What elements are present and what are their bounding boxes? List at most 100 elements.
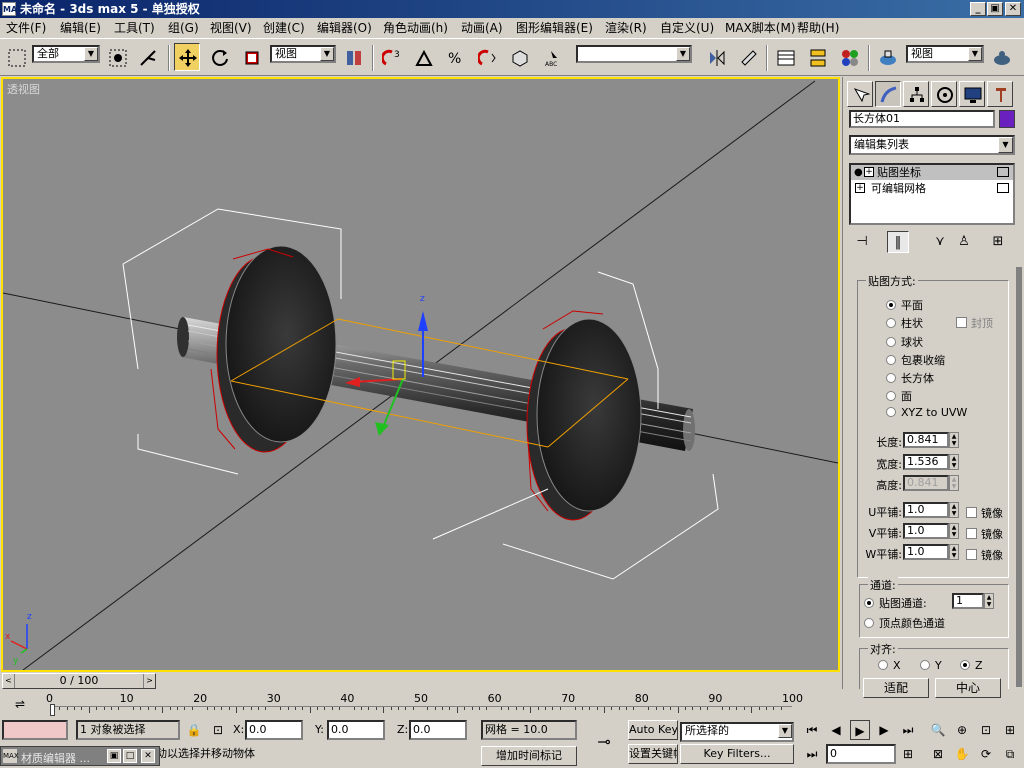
display-tab-icon[interactable] — [959, 81, 985, 107]
select-object-icon[interactable] — [3, 43, 29, 71]
lightbulb-icon[interactable]: ● — [854, 165, 863, 180]
object-name-field[interactable]: 长方体01 — [849, 110, 995, 128]
maxscript-listener-field[interactable] — [2, 720, 68, 740]
stack-item-uvw-map[interactable]: ● + 贴图坐标 — [851, 165, 1013, 180]
menu-edit[interactable]: 编辑(E) — [60, 20, 101, 36]
menu-maxscript[interactable]: MAX脚本(M) — [725, 20, 796, 36]
spinner-arrows-icon[interactable]: ▲ ▼ — [949, 502, 959, 518]
render-type-dropdown[interactable]: 视图 ▼ — [906, 45, 984, 63]
mapping-radio-xyz-to-uvw[interactable]: XYZ to UVW — [886, 406, 967, 419]
w-tile-spinner[interactable]: 1.0 ▲ ▼ — [903, 544, 959, 560]
vertex-color-channel-radio[interactable]: 顶点颜色通道 — [864, 615, 945, 631]
object-color-swatch[interactable] — [999, 110, 1015, 128]
spinner-arrows-icon[interactable]: ▲ ▼ — [984, 593, 994, 609]
mapping-radio-cylindrical[interactable]: 柱状 — [886, 315, 923, 331]
menu-graph-editors[interactable]: 图形编辑器(E) — [516, 20, 593, 36]
region-zoom-icon[interactable]: ⊠ — [928, 744, 948, 764]
stack-item-editable-mesh[interactable]: + 可编辑网格 — [851, 181, 1013, 196]
render-scene-icon[interactable] — [874, 43, 900, 71]
menu-animation[interactable]: 动画(A) — [461, 20, 503, 36]
height-spinner[interactable]: 0.841 ▲ ▼ — [903, 475, 959, 491]
map-channel-radio[interactable]: 贴图通道: — [864, 595, 927, 611]
select-and-link-icon[interactable] — [134, 43, 160, 71]
mapping-radio-planar[interactable]: 平面 — [886, 297, 923, 313]
map-channel-spinner[interactable]: 1 ▲ ▼ — [952, 593, 994, 609]
mini-curve-editor-icon[interactable]: ⇌ — [10, 694, 30, 714]
pivot-center-icon[interactable] — [340, 43, 366, 71]
add-time-tag-button[interactable]: 增加时间标记 — [481, 746, 577, 766]
selection-filter-dropdown[interactable]: 全部 ▼ — [32, 45, 100, 63]
snap-toggle-icon[interactable]: 3 — [378, 43, 404, 71]
expand-icon[interactable]: + — [855, 183, 865, 193]
menu-group[interactable]: 组(G) — [168, 20, 199, 36]
named-selection-dropdown[interactable]: ▼ — [576, 45, 692, 63]
align-z-radio[interactable]: Z — [960, 659, 983, 672]
spinner-arrows-icon[interactable]: ▲ ▼ — [949, 544, 959, 560]
mapping-radio-shrink-wrap[interactable]: 包裹收缩 — [886, 352, 945, 368]
lock-selection-icon[interactable]: 🔒 — [184, 720, 204, 740]
key-selection-set-dropdown[interactable]: 所选择的 ▼ — [680, 722, 794, 742]
percent-snap-icon[interactable]: % — [442, 43, 468, 71]
pan-icon[interactable]: ✋ — [952, 744, 972, 764]
spinner-arrows-icon[interactable]: ▲ ▼ — [949, 523, 959, 539]
spinner-arrows-icon[interactable]: ▲ ▼ — [949, 454, 959, 470]
mirror-icon[interactable] — [703, 43, 729, 71]
zoom-all-icon[interactable]: ⊕ — [952, 720, 972, 740]
v-flip-checkbox[interactable]: 镜像 — [966, 526, 1003, 542]
menu-character[interactable]: 角色动画(h) — [383, 20, 448, 36]
width-spinner[interactable]: 1.536 ▲ ▼ — [903, 454, 959, 470]
length-spinner[interactable]: 0.841 ▲ ▼ — [903, 432, 959, 448]
menu-file[interactable]: 文件(F) — [6, 20, 46, 36]
pin-stack-icon[interactable]: ⊣ — [851, 231, 873, 253]
w-flip-checkbox[interactable]: 镜像 — [966, 547, 1003, 563]
cap-checkbox[interactable]: 封顶 — [956, 315, 993, 331]
spinner-arrows-icon[interactable]: ▲ ▼ — [949, 432, 959, 448]
quick-render-icon[interactable] — [988, 43, 1014, 71]
align-x-radio[interactable]: X — [878, 659, 901, 672]
track-view-icon[interactable] — [772, 43, 798, 71]
expand-icon[interactable]: + — [864, 167, 874, 177]
motion-tab-icon[interactable] — [931, 81, 957, 107]
hierarchy-tab-icon[interactable] — [903, 81, 929, 107]
menu-tools[interactable]: 工具(T) — [114, 20, 155, 36]
restore-icon[interactable]: ▣ — [107, 749, 121, 763]
maximize-button[interactable]: ▣ — [987, 2, 1003, 16]
show-end-result-icon[interactable]: ‖ — [887, 231, 909, 253]
utilities-tab-icon[interactable] — [987, 81, 1013, 107]
angle-snap-icon[interactable] — [410, 43, 436, 71]
minimize-button[interactable]: _ — [970, 2, 986, 16]
zoom-extents-icon[interactable]: ⊡ — [976, 720, 996, 740]
key-icon[interactable]: ⊸ — [590, 732, 618, 752]
set-key-button[interactable]: 设置关键帧 — [628, 744, 678, 764]
modifier-list-dropdown[interactable]: 编辑集列表 ▼ — [849, 135, 1015, 155]
menu-rendering[interactable]: 渲染(R) — [605, 20, 647, 36]
go-to-end-icon[interactable]: ⏭ — [898, 720, 918, 740]
prev-frame-icon[interactable]: < — [3, 674, 15, 688]
modify-tab-icon[interactable] — [875, 81, 901, 107]
menu-modifiers[interactable]: 编辑器(O) — [317, 20, 372, 36]
select-and-move-icon[interactable] — [174, 43, 200, 71]
previous-frame-icon[interactable]: ◀ — [826, 720, 846, 740]
align-y-radio[interactable]: Y — [920, 659, 942, 672]
y-coordinate-field[interactable]: 0.0 — [327, 720, 385, 740]
next-frame-icon[interactable]: ▶ — [874, 720, 894, 740]
select-and-scale-icon[interactable] — [238, 43, 264, 71]
time-slider[interactable]: < 0 / 100 > — [0, 672, 842, 690]
reference-coordinate-dropdown[interactable]: 视图 ▼ — [270, 45, 336, 63]
select-by-name-icon[interactable] — [104, 43, 130, 71]
zoom-extents-all-icon[interactable]: ⊞ — [1000, 720, 1020, 740]
spinner-snap-icon[interactable] — [474, 43, 500, 71]
mapping-radio-face[interactable]: 面 — [886, 388, 912, 404]
align-icon[interactable] — [735, 43, 761, 71]
close-button[interactable]: ✕ — [1005, 2, 1021, 16]
create-tab-icon[interactable] — [847, 81, 873, 107]
configure-sets-icon[interactable]: ⊞ — [987, 231, 1009, 253]
u-flip-checkbox[interactable]: 镜像 — [966, 505, 1003, 521]
spinner-arrows-icon[interactable]: ▲ ▼ — [949, 475, 959, 491]
go-to-start-icon[interactable]: ⏮ — [802, 720, 822, 740]
current-frame-field[interactable]: 0 — [826, 744, 896, 764]
arc-rotate-icon[interactable]: ⟳ — [976, 744, 996, 764]
time-slider-thumb[interactable]: < 0 / 100 > — [2, 673, 156, 689]
x-coordinate-field[interactable]: 0.0 — [245, 720, 303, 740]
command-panel-scrollbar[interactable] — [1016, 267, 1022, 687]
